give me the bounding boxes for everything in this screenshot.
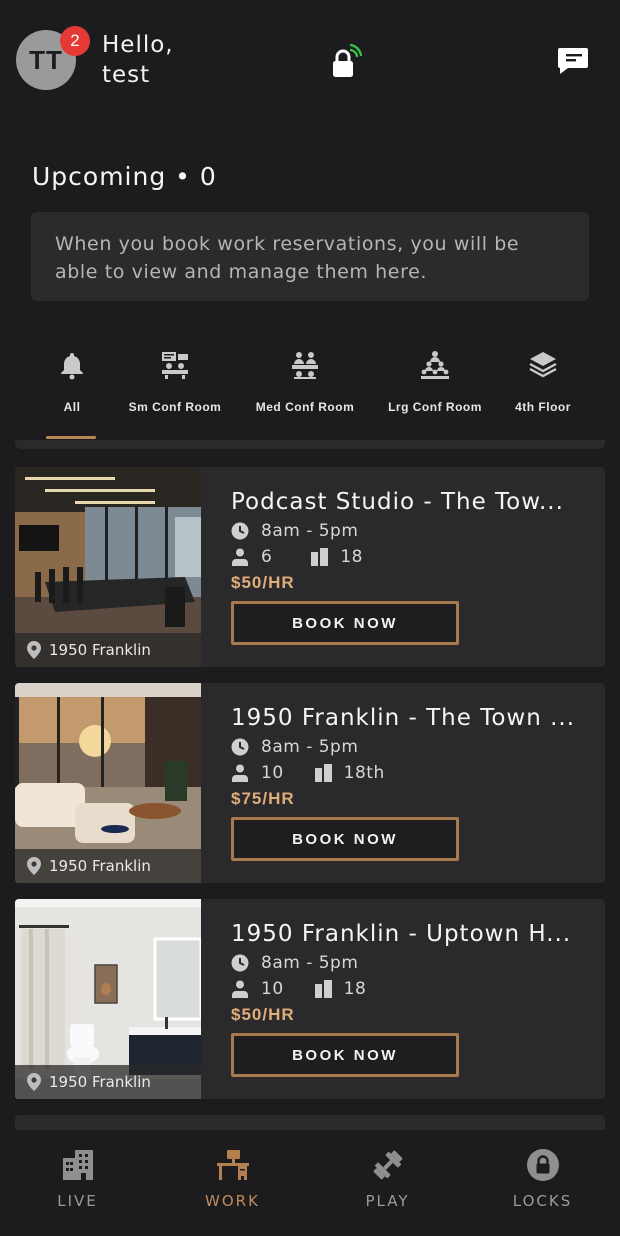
person-icon <box>232 980 248 998</box>
listing-photo: 1950 Franklin <box>15 899 201 1099</box>
listing-info: Podcast Studio - The Tow... 8am - 5pm 6 … <box>231 487 591 645</box>
book-now-button[interactable]: BOOK NOW <box>231 1033 459 1077</box>
location-pin-icon <box>27 1073 41 1091</box>
listing-location: 1950 Franklin <box>15 849 201 883</box>
hours-text: 8am - 5pm <box>261 737 359 757</box>
listing-photo: 1950 Franklin <box>15 467 201 667</box>
layers-icon <box>529 352 557 378</box>
greeting-line1: Hello, <box>102 32 174 58</box>
small-conference-icon <box>162 352 188 379</box>
floor-text: 18th <box>343 763 385 783</box>
clock-icon <box>231 738 249 756</box>
listing-price: $50/HR <box>231 1005 295 1024</box>
filter-label: Med Conf Room <box>255 400 355 414</box>
filter-label: Sm Conf Room <box>128 400 222 414</box>
notification-badge: 2 <box>60 26 90 56</box>
listing-hours: 8am - 5pm <box>231 519 591 543</box>
listing-info: 1950 Franklin - The Town ... 8am - 5pm 1… <box>231 703 591 861</box>
floor-icon <box>314 980 332 998</box>
location-text: 1950 Franklin <box>49 641 151 659</box>
location-text: 1950 Franklin <box>49 1073 151 1091</box>
upcoming-title: Upcoming • 0 <box>32 162 217 191</box>
listing-card[interactable]: 1950 Franklin 1950 Franklin - The Town .… <box>15 683 605 883</box>
listing-card[interactable]: 1950 Franklin Podcast Studio - The Tow..… <box>15 467 605 667</box>
location-text: 1950 Franklin <box>49 857 151 875</box>
filter-med-conf-room[interactable]: Med Conf Room <box>250 350 360 414</box>
medium-conference-icon <box>292 352 318 379</box>
listing-location: 1950 Franklin <box>15 1065 201 1099</box>
person-icon <box>232 764 248 782</box>
listing-info: 1950 Franklin - Uptown H... 8am - 5pm 10… <box>231 919 591 1077</box>
listing-capacity-floor: 10 18th <box>231 761 591 785</box>
floor-text: 18 <box>343 979 367 999</box>
listing-price: $75/HR <box>231 789 295 808</box>
floor-text: 18 <box>340 547 363 567</box>
nav-live[interactable]: LIVE <box>0 1148 155 1210</box>
filter-active-indicator <box>46 436 96 439</box>
listing-capacity-floor: 6 18 <box>231 545 591 569</box>
building-icon <box>62 1150 93 1180</box>
nav-label: LOCKS <box>512 1192 573 1210</box>
listing-hours: 8am - 5pm <box>231 951 591 975</box>
listing-location: 1950 Franklin <box>15 633 201 667</box>
greeting: Hello, test <box>102 30 174 90</box>
desk-icon <box>216 1150 249 1180</box>
clock-icon <box>231 954 249 972</box>
filter-all[interactable]: All <box>46 350 98 414</box>
clock-icon <box>231 522 249 540</box>
listing-title: 1950 Franklin - The Town ... <box>231 705 576 731</box>
listing-price: $50/HR <box>231 573 295 592</box>
filter-4th-floor[interactable]: 4th Floor <box>508 350 578 414</box>
listing-capacity-floor: 10 18 <box>231 977 591 1001</box>
book-now-button[interactable]: BOOK NOW <box>231 601 459 645</box>
message-icon[interactable] <box>556 46 590 76</box>
nav-locks[interactable]: LOCKS <box>465 1148 620 1210</box>
greeting-username: test <box>102 62 151 88</box>
bottom-nav: LIVE WORK PLAY LOCKS <box>0 1130 620 1236</box>
book-now-button[interactable]: BOOK NOW <box>231 817 459 861</box>
capacity-text: 10 <box>261 979 284 999</box>
large-conference-icon <box>421 351 449 379</box>
dumbbell-icon <box>373 1150 402 1180</box>
listing-title: 1950 Franklin - Uptown H... <box>231 921 572 947</box>
person-icon <box>232 548 248 566</box>
nav-play[interactable]: PLAY <box>310 1148 465 1210</box>
floor-icon <box>311 548 329 566</box>
filter-sm-conf-room[interactable]: Sm Conf Room <box>120 350 230 414</box>
filter-label: Lrg Conf Room <box>388 400 482 414</box>
filter-label: 4th Floor <box>515 400 571 414</box>
listing-photo: 1950 Franklin <box>15 683 201 883</box>
nav-label: WORK <box>205 1192 260 1210</box>
floor-icon <box>314 764 332 782</box>
room-filter-bar: All Sm Conf Room Med Conf Room Lrg Conf … <box>0 350 620 430</box>
filter-lrg-conf-room[interactable]: Lrg Conf Room <box>380 350 490 414</box>
smart-lock-icon[interactable] <box>330 44 362 80</box>
lock-icon <box>526 1149 559 1181</box>
nav-label: PLAY <box>365 1192 410 1210</box>
listing-title: Podcast Studio - The Tow... <box>231 489 564 515</box>
filter-label: All <box>63 400 81 414</box>
capacity-text: 6 <box>261 547 273 567</box>
capacity-text: 10 <box>261 763 284 783</box>
location-pin-icon <box>27 857 41 875</box>
upcoming-empty-message: When you book work reservations, you wil… <box>31 212 589 301</box>
nav-work[interactable]: WORK <box>155 1148 310 1210</box>
listing-hours: 8am - 5pm <box>231 735 591 759</box>
header: TT 2 Hello, test <box>0 0 620 120</box>
filter-divider <box>15 440 605 449</box>
listing-card[interactable]: 1950 Franklin 1950 Franklin - Uptown H..… <box>15 899 605 1099</box>
location-pin-icon <box>27 641 41 659</box>
bell-icon <box>61 353 83 380</box>
hours-text: 8am - 5pm <box>261 521 359 541</box>
nav-label: LIVE <box>57 1192 98 1210</box>
hours-text: 8am - 5pm <box>261 953 359 973</box>
